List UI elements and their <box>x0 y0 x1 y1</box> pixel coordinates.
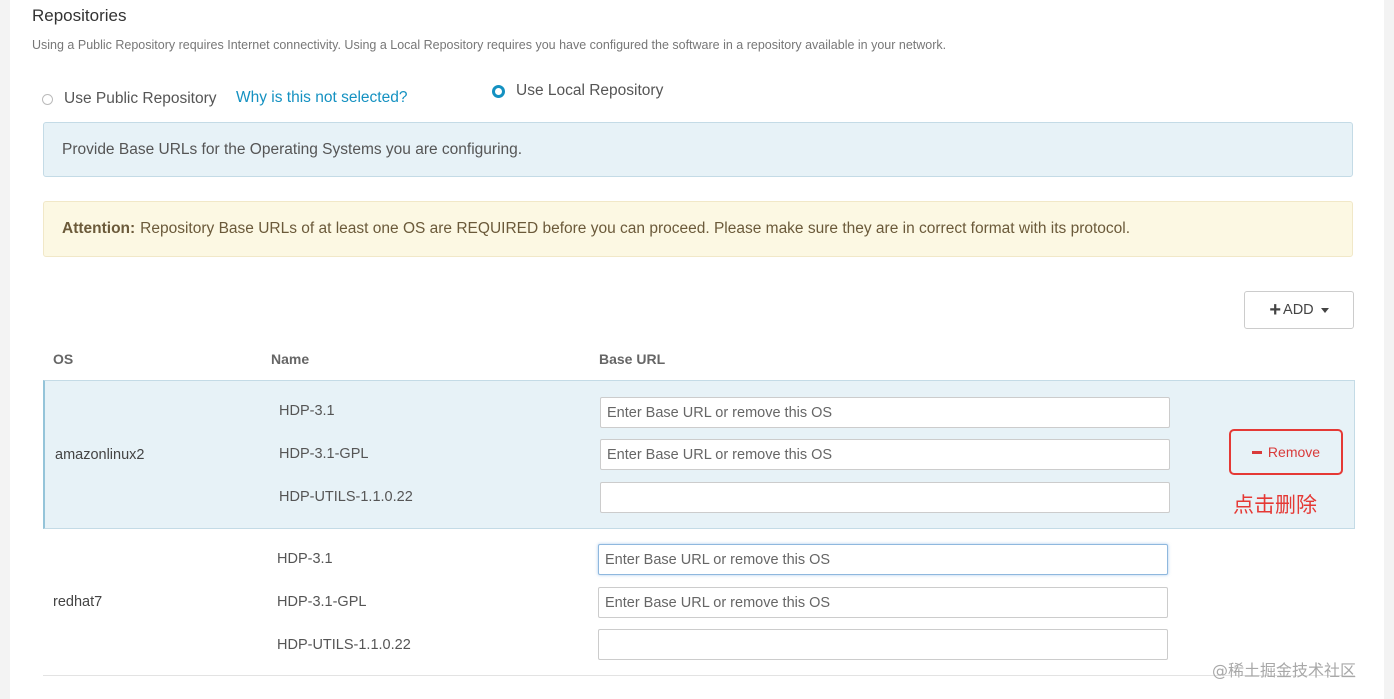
repo-name: HDP-3.1 <box>279 403 335 419</box>
base-url-input[interactable] <box>600 439 1170 470</box>
base-url-input[interactable] <box>598 544 1168 575</box>
column-header-base-url: Base URL <box>599 351 666 367</box>
base-url-input[interactable] <box>600 482 1170 513</box>
info-alert-text: Provide Base URLs for the Operating Syst… <box>62 140 523 158</box>
radio-checked-icon <box>492 84 505 98</box>
section-title: Repositories <box>32 6 127 25</box>
why-not-selected-link[interactable]: Why is this not selected? <box>236 89 407 107</box>
click-to-remove-annotation: 点击删除 <box>1233 493 1317 517</box>
remove-label: Remove <box>1267 444 1321 460</box>
watermark: @稀土掘金技术社区 <box>1212 661 1357 680</box>
repo-name: HDP-3.1-GPL <box>277 594 367 610</box>
section-description: Using a Public Repository requires Inter… <box>32 38 947 52</box>
add-button-label: ADD <box>1283 302 1314 318</box>
radio-unchecked-icon <box>42 93 53 105</box>
repo-name: HDP-3.1 <box>277 551 333 567</box>
plus-icon: + <box>1269 299 1282 321</box>
os-name: amazonlinux2 <box>55 447 145 463</box>
use-local-repository-label: Use Local Repository <box>516 82 664 99</box>
repo-name: HDP-3.1-GPL <box>279 446 369 462</box>
warning-alert: Attention: Repository Base URLs of at le… <box>43 201 1353 257</box>
add-os-dropdown-button[interactable]: + ADD <box>1244 291 1354 329</box>
os-group-amazonlinux2: amazonlinux2 HDP-3.1 HDP-3.1-GPL HDP-UTI… <box>43 380 1355 529</box>
use-public-repository-label: Use Public Repository <box>64 90 217 107</box>
os-group-redhat7: redhat7 HDP-3.1 HDP-3.1-GPL HDP-UTILS-1.… <box>43 529 1355 676</box>
remove-os-button[interactable]: Remove <box>1229 429 1343 475</box>
warning-alert-label: Attention: <box>62 220 136 237</box>
column-header-name: Name <box>271 351 310 367</box>
base-url-input[interactable] <box>600 397 1170 428</box>
repo-name: HDP-UTILS-1.1.0.22 <box>277 637 411 653</box>
base-url-input[interactable] <box>598 587 1168 618</box>
warning-alert-text: Repository Base URLs of at least one OS … <box>140 220 1131 237</box>
minus-icon <box>1251 450 1262 454</box>
use-public-repository-radio[interactable]: Use Public Repository <box>42 90 216 108</box>
base-url-input[interactable] <box>598 629 1168 660</box>
os-name: redhat7 <box>53 594 103 610</box>
info-alert: Provide Base URLs for the Operating Syst… <box>43 122 1353 177</box>
column-header-os: OS <box>53 351 74 367</box>
repo-name: HDP-UTILS-1.1.0.22 <box>279 489 413 505</box>
caret-down-icon <box>1320 307 1329 313</box>
use-local-repository-radio[interactable]: Use Local Repository <box>492 82 663 100</box>
